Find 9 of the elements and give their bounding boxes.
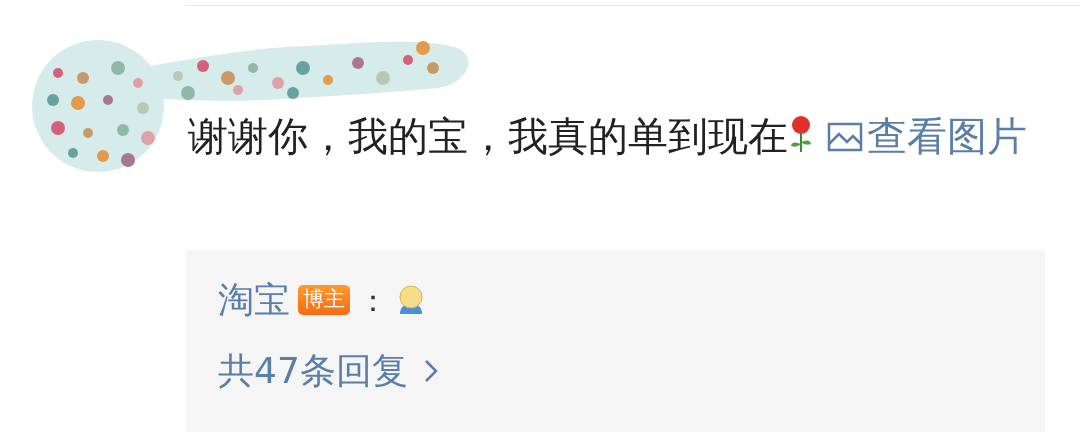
image-icon bbox=[826, 122, 863, 152]
view-image-link[interactable]: 查看图片 bbox=[826, 113, 1027, 159]
blogger-tag: 博主 bbox=[298, 285, 350, 315]
view-replies-link[interactable]: 共47条回复 bbox=[218, 344, 408, 398]
comment-text: 谢谢你，我的宝，我真的单到现在 bbox=[188, 113, 814, 159]
rose-icon bbox=[788, 114, 814, 154]
colon: ： bbox=[358, 281, 388, 320]
chevron-right-icon[interactable] bbox=[423, 359, 438, 383]
author-name[interactable]: 淘宝 bbox=[218, 273, 290, 327]
